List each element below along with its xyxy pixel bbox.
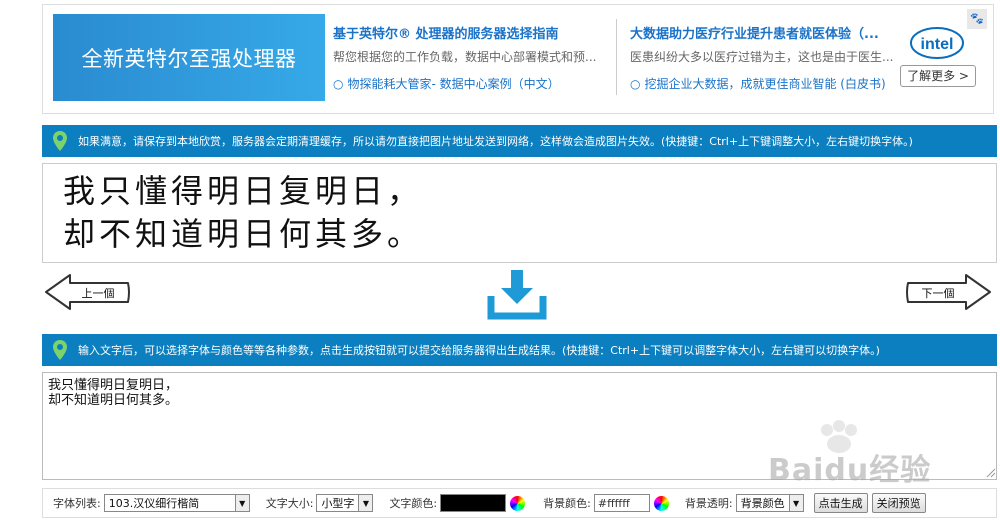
location-pin-icon	[42, 125, 78, 157]
font-select[interactable]: 103.汉仪细行楷简 ▼	[103, 494, 250, 512]
previous-label: 上一個	[82, 287, 115, 300]
bg-color-label: 背景颜色:	[543, 497, 591, 510]
notice-bar-bottom: 输入文字后，可以选择字体与颜色等等各种参数，点击生成按钮就可以提交给服务器得出生…	[42, 334, 997, 366]
chevron-down-icon[interactable]: ▼	[234, 495, 249, 511]
ad-link-2-text[interactable]: 挖掘企业大数据，成就更佳商业智能 (白皮书)	[644, 77, 885, 91]
notice-bottom-text: 输入文字后，可以选择字体与颜色等等各种参数，点击生成按钮就可以提交给服务器得出生…	[78, 344, 880, 357]
text-color-label: 文字颜色:	[389, 497, 438, 510]
next-label: 下一個	[922, 287, 955, 300]
bullet-icon: ○	[333, 77, 344, 91]
calligraphy-preview: 我只懂得明日复明日， 却不知道明日何其多。	[42, 163, 997, 263]
bg-transparent-select[interactable]: 背景颜色 ▼	[735, 494, 804, 512]
ad-desc-1: 帮您根据您的工作负载，数据中心部署模式和预...	[333, 50, 597, 64]
paw-icon[interactable]: 🐾	[967, 9, 987, 29]
size-select[interactable]: 小型字 ▼	[316, 494, 374, 512]
chevron-down-icon[interactable]: ▼	[788, 495, 803, 511]
ad-banner[interactable]: 全新英特尔至强处理器	[53, 14, 325, 101]
bg-transparent-label: 背景透明:	[684, 497, 733, 510]
notice-top-text: 如果满意，请保存到本地欣赏，服务器会定期清理缓存，所以请勿直接把图片地址发送到网…	[78, 135, 913, 148]
location-pin-icon	[42, 334, 78, 366]
ad-desc-2: 医患纠纷大多以医疗过错为主，这也是由于医生...	[630, 50, 894, 64]
bg-transparent-value: 背景颜色	[740, 497, 785, 510]
ad-title-1[interactable]: 基于英特尔® 处理器的服务器选择指南	[333, 23, 608, 42]
size-select-value: 小型字	[321, 497, 355, 510]
font-select-value: 103.汉仪细行楷简	[108, 497, 200, 510]
download-icon[interactable]	[487, 268, 547, 320]
ad-link-2[interactable]: ○ 挖掘企业大数据，成就更佳商业智能 (白皮书)	[630, 75, 905, 92]
notice-bar-top: 如果满意，请保存到本地欣赏，服务器会定期清理缓存，所以请勿直接把图片地址发送到网…	[42, 125, 997, 157]
color-wheel-icon[interactable]	[653, 495, 669, 511]
ad-panel: 全新英特尔至强处理器 基于英特尔® 处理器的服务器选择指南 帮您根据您的工作负载…	[42, 4, 994, 114]
intel-logo[interactable]: intel	[909, 23, 965, 63]
watermark-text: Baidu经验	[768, 453, 932, 488]
preview-line-2: 却不知道明日何其多。	[63, 215, 424, 253]
previous-button[interactable]: 上一個	[44, 272, 132, 312]
ad-title-2[interactable]: 大数据助力医疗行业提升患者就医体验（...	[630, 23, 905, 42]
page: 全新英特尔至强处理器 基于英特尔® 处理器的服务器选择指南 帮您根据您的工作负载…	[0, 0, 1000, 527]
ad-column-2: 大数据助力医疗行业提升患者就医体验（... 医患纠纷大多以医疗过错为主，这也是由…	[630, 23, 905, 92]
font-list-label: 字体列表:	[53, 497, 101, 510]
bullet-icon: ○	[630, 77, 641, 91]
color-wheel-icon[interactable]	[510, 495, 526, 511]
size-label: 文字大小:	[265, 497, 314, 510]
resize-handle-icon[interactable]	[986, 468, 996, 478]
ad-link-1[interactable]: ○ 物探能耗大管家- 数据中心案例（中文）	[333, 75, 608, 92]
chevron-down-icon[interactable]: ▼	[358, 495, 373, 511]
ad-link-1-text[interactable]: 物探能耗大管家- 数据中心案例（中文）	[347, 77, 559, 91]
controls-bar: 字体列表: 103.汉仪细行楷简 ▼ 文字大小: 小型字 ▼ 文字颜色: 背景颜…	[42, 488, 997, 518]
bg-color-input[interactable]: #ffffff	[593, 494, 650, 512]
next-button[interactable]: 下一個	[904, 272, 992, 312]
intel-brand-text: intel	[921, 36, 954, 53]
ad-column-1: 基于英特尔® 处理器的服务器选择指南 帮您根据您的工作负载，数据中心部署模式和预…	[333, 23, 608, 92]
learn-more-button[interactable]: 了解更多 >	[900, 65, 976, 87]
generate-button[interactable]: 点击生成	[813, 493, 868, 513]
text-color-swatch[interactable]	[440, 494, 507, 512]
ad-divider	[616, 19, 617, 95]
close-preview-button[interactable]: 关闭预览	[871, 493, 926, 513]
preview-line-1: 我只懂得明日复明日，	[63, 172, 424, 210]
